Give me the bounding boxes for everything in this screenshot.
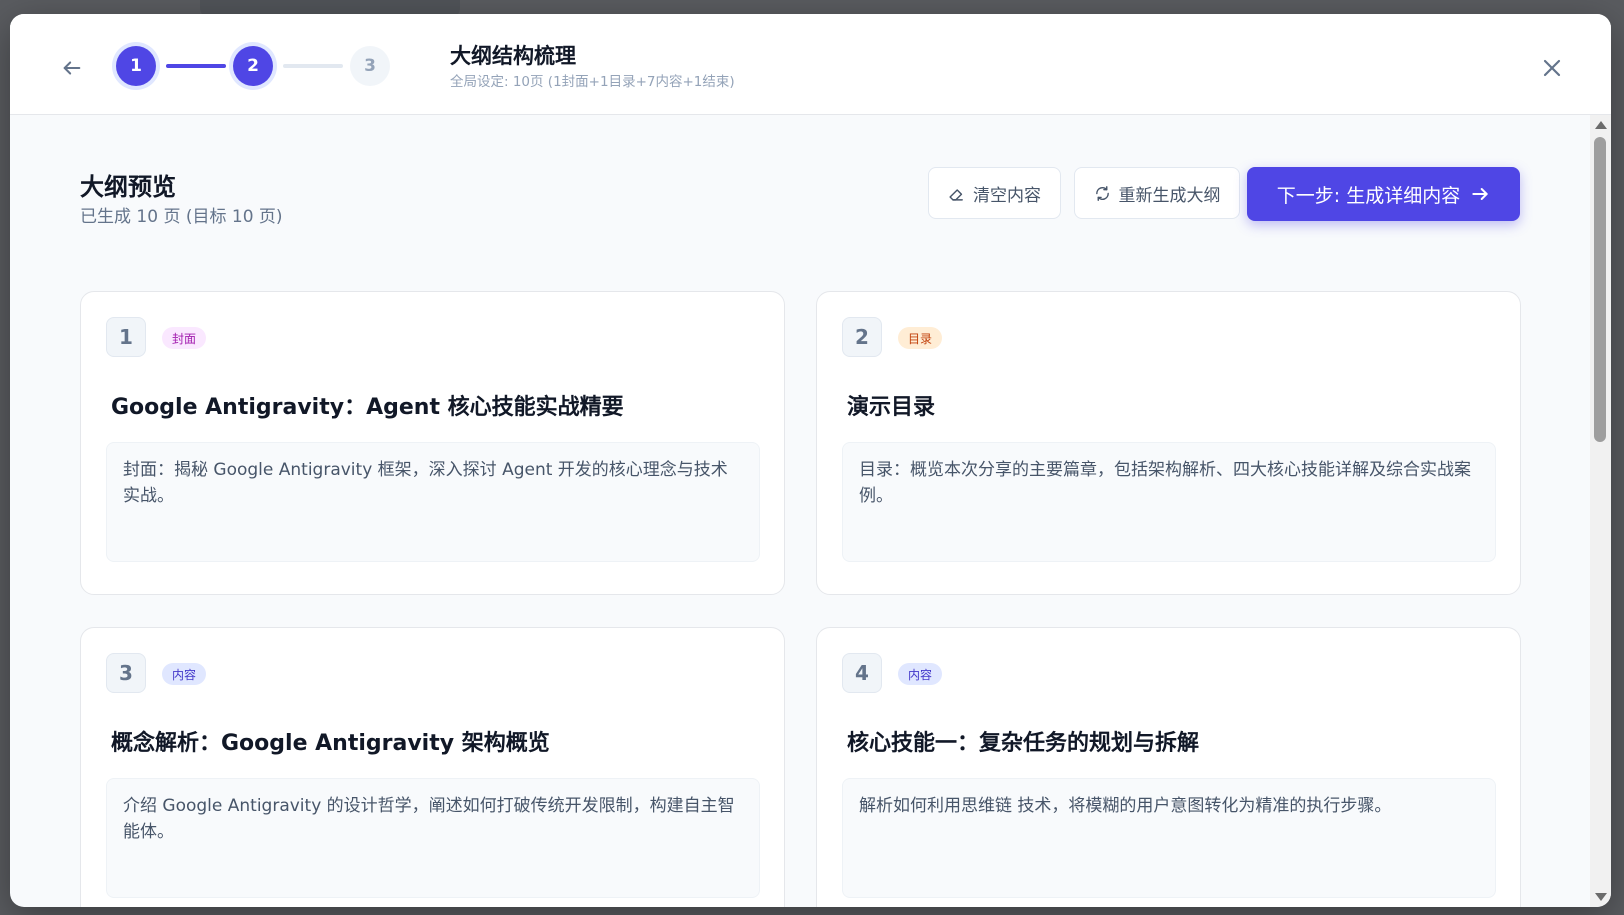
global-settings-summary: 全局设定: 10页 (1封面+1目录+7内容+1结束) [450,74,735,90]
regenerate-outline-button[interactable]: 重新生成大纲 [1074,167,1240,219]
regenerate-outline-label: 重新生成大纲 [1118,185,1221,206]
back-button[interactable] [54,50,90,86]
arrow-left-icon [63,61,81,75]
card-description[interactable]: 封面：揭秘 Google Antigravity 框架，深入探讨 Agent 开… [106,442,760,562]
page-number-badge: 3 [106,653,146,693]
eraser-icon [949,188,963,201]
step-3-indicator[interactable]: 3 [350,46,390,86]
card-description[interactable]: 介绍 Google Antigravity 的设计哲学，阐述如何打破传统开发限制… [106,778,760,898]
step-connector-1 [166,64,226,68]
vertical-scrollbar[interactable] [1590,115,1611,907]
step-connector-2 [283,64,343,68]
scroll-down-arrow-icon[interactable] [1595,893,1607,901]
outline-modal: 1 2 3 大纲结构梳理 全局设定: 10页 (1封面+1目录+7内容+1结束)… [10,14,1611,907]
outline-content: 大纲预览 已生成 10 页 (目标 10 页) 清空内容 重新生成大纲 下一步:… [10,115,1590,907]
next-step-label: 下一步: 生成详细内容 [1276,184,1461,207]
close-icon [1543,59,1561,77]
card-title[interactable]: 核心技能一：复杂任务的规划与拆解 [847,725,1497,757]
page-number-badge: 1 [106,317,146,357]
outline-card-3[interactable]: 3 内容 概念解析：Google Antigravity 架构概览 介绍 Goo… [80,627,785,907]
step-2-indicator[interactable]: 2 [233,46,273,86]
page-type-tag: 封面 [162,327,207,349]
page-type-tag: 目录 [898,327,943,349]
page-title: 大纲结构梳理 [450,44,576,68]
page-type-tag: 内容 [162,663,207,685]
card-title[interactable]: 概念解析：Google Antigravity 架构概览 [111,725,761,757]
section-subtitle: 已生成 10 页 (目标 10 页) [80,207,283,227]
outline-card-1[interactable]: 1 封面 Google Antigravity：Agent 核心技能实战精要 封… [80,291,785,595]
step-1-indicator[interactable]: 1 [116,46,156,86]
page-number-badge: 2 [842,317,882,357]
clear-content-label: 清空内容 [973,185,1041,206]
page-number-badge: 4 [842,653,882,693]
refresh-icon [1095,185,1109,201]
modal-header: 1 2 3 大纲结构梳理 全局设定: 10页 (1封面+1目录+7内容+1结束) [10,14,1611,115]
card-description[interactable]: 解析如何利用思维链 技术，将模糊的用户意图转化为精准的执行步骤。 [842,778,1496,898]
card-description[interactable]: 目录：概览本次分享的主要篇章，包括架构解析、四大核心技能详解及综合实战案例。 [842,442,1496,562]
section-title: 大纲预览 [80,173,176,201]
next-step-button[interactable]: 下一步: 生成详细内容 [1247,167,1520,221]
card-title[interactable]: Google Antigravity：Agent 核心技能实战精要 [111,389,761,421]
clear-content-button[interactable]: 清空内容 [928,167,1061,219]
outline-card-4[interactable]: 4 内容 核心技能一：复杂任务的规划与拆解 解析如何利用思维链 技术，将模糊的用… [816,627,1521,907]
close-button[interactable] [1532,48,1572,88]
page-type-tag: 内容 [898,663,943,685]
scrollbar-thumb[interactable] [1594,137,1606,442]
arrow-right-icon [1472,188,1488,200]
card-title[interactable]: 演示目录 [847,389,1497,421]
scroll-up-arrow-icon[interactable] [1595,121,1607,129]
outline-card-2[interactable]: 2 目录 演示目录 目录：概览本次分享的主要篇章，包括架构解析、四大核心技能详解… [816,291,1521,595]
